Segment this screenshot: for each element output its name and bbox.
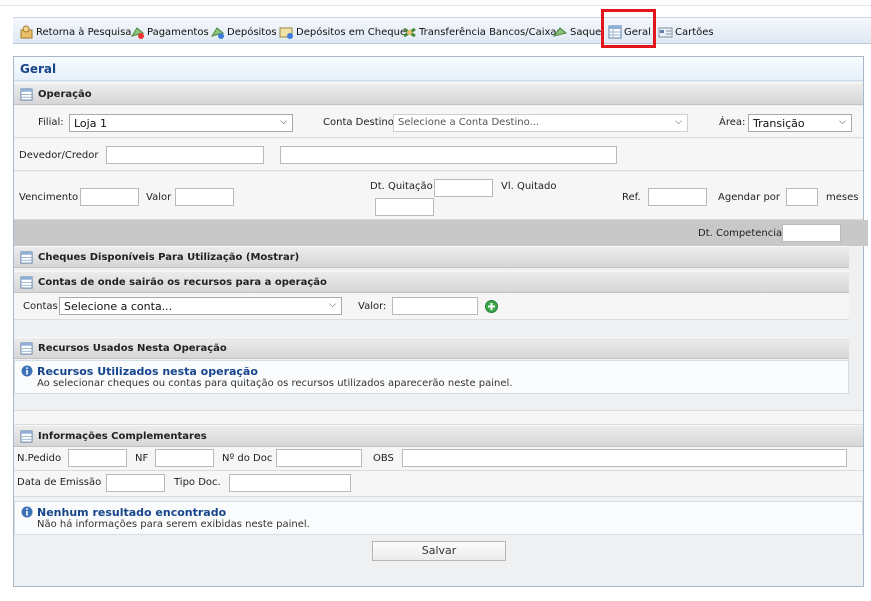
row-contas: Contas: Selecione a conta... ⌵ Valor: xyxy=(14,293,849,320)
data-emissao-input[interactable] xyxy=(106,474,165,492)
obs-input[interactable] xyxy=(402,449,847,467)
card-icon xyxy=(658,27,673,38)
contas-select[interactable]: Selecione a conta... ⌵ xyxy=(59,297,342,315)
toolbar-cartoes[interactable]: Cartões xyxy=(658,24,714,40)
check-deposit-icon xyxy=(279,27,293,39)
toolbar-transferencia[interactable]: Transferência Bancos/Caixas xyxy=(402,24,562,40)
add-icon[interactable] xyxy=(485,300,498,313)
spacer-row xyxy=(14,410,863,425)
dt-quitacao-input[interactable] xyxy=(434,179,493,197)
contas-valor-input[interactable] xyxy=(392,297,478,315)
toolbar-pagamentos[interactable]: Pagamentos xyxy=(130,24,209,40)
filial-select[interactable]: Loja 1 ⌵ xyxy=(69,114,293,132)
row-pedido: N.Pedido NF Nº do Doc OBS xyxy=(14,447,863,471)
tipo-doc-input[interactable] xyxy=(229,474,351,492)
highlight-box xyxy=(601,9,656,48)
panel-title-bar: Geral xyxy=(14,57,863,81)
toolbar-retorna-pesquisa[interactable]: Retorna à Pesquisa xyxy=(19,24,131,40)
toolbar: Retorna à Pesquisa Pagamentos Depósitos … xyxy=(13,17,871,44)
info-icon xyxy=(21,365,33,377)
save-button[interactable]: Salvar xyxy=(372,541,506,561)
recursos-info-panel: Recursos Utilizados nesta operação Ao se… xyxy=(14,360,849,394)
section-contas-header: Contas de onde sairão os recursos para a… xyxy=(14,271,849,293)
competencia-bar: Dt. Competencia xyxy=(14,220,868,246)
devedor-name-input[interactable] xyxy=(280,146,617,164)
valor-input[interactable] xyxy=(175,188,234,206)
row-valores: Vencimento Valor Dt. Quitação Vl. Quitad… xyxy=(14,172,863,220)
vl-quitado-input[interactable] xyxy=(375,198,434,216)
npedido-input[interactable] xyxy=(68,449,127,467)
top-border xyxy=(0,0,871,6)
row-emissao: Data de Emissão Tipo Doc. xyxy=(14,471,863,497)
ndoc-input[interactable] xyxy=(276,449,362,467)
area-select[interactable]: Transição ⌵ xyxy=(748,114,852,132)
dt-competencia-input[interactable] xyxy=(782,224,841,242)
chevron-down-icon: ⌵ xyxy=(839,117,846,127)
resultado-info-panel: Nenhum resultado encontrado Não há infor… xyxy=(14,501,863,535)
search-return-icon xyxy=(20,25,33,38)
section-cheques-header[interactable]: Cheques Disponíveis Para Utilização (Mos… xyxy=(14,246,849,268)
chevron-down-icon: ⌵ xyxy=(329,300,336,310)
grid-icon xyxy=(20,251,33,264)
conta-destino-select[interactable]: Selecione a Conta Destino... ⌵ xyxy=(393,114,688,132)
ref-input[interactable] xyxy=(648,188,707,206)
chevron-down-icon: ⌵ xyxy=(280,117,287,127)
vencimento-input[interactable] xyxy=(80,188,139,206)
toolbar-saque[interactable]: Saque xyxy=(553,24,601,40)
page-title: Geral xyxy=(20,62,57,76)
section-operacao-header[interactable]: Operação xyxy=(14,83,863,105)
devedor-code-input[interactable] xyxy=(106,146,264,164)
info-icon xyxy=(21,506,33,518)
nf-input[interactable] xyxy=(155,449,214,467)
row-filial: Filial: Loja 1 ⌵ Conta Destino Selecione … xyxy=(14,106,863,138)
section-recursos-header: Recursos Usados Nesta Operação xyxy=(14,337,849,359)
row-devedor: Devedor/Credor xyxy=(14,139,863,171)
grid-icon xyxy=(20,430,33,443)
withdraw-icon xyxy=(553,26,568,37)
deposits-icon xyxy=(210,26,225,39)
transfer-icon xyxy=(403,27,416,37)
toolbar-depositos-cheque[interactable]: Depósitos em Cheque xyxy=(279,24,406,40)
payments-icon xyxy=(130,26,145,39)
chevron-down-icon: ⌵ xyxy=(675,117,682,127)
grid-icon xyxy=(20,276,33,289)
grid-icon xyxy=(20,342,33,355)
toolbar-depositos[interactable]: Depósitos xyxy=(210,24,277,40)
agendar-input[interactable] xyxy=(786,188,818,206)
grid-icon xyxy=(20,88,33,101)
section-info-compl-header: Informações Complementares xyxy=(14,425,863,447)
